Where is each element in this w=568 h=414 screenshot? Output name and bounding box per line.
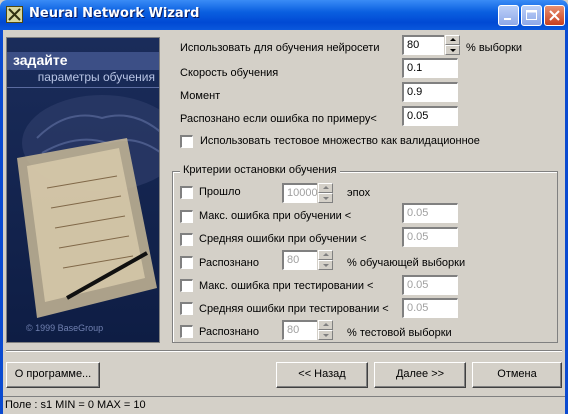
app-icon [6,6,23,23]
close-button[interactable] [544,5,565,26]
window-title: Neural Network Wizard [29,6,200,21]
minimize-button[interactable] [498,5,519,26]
avg-train-error-input[interactable]: 0.05 [402,227,458,247]
recognized-test-suffix: % тестовой выборки [347,327,452,339]
banner-heading: задайте [7,52,159,70]
avg-train-error-label: Средняя ошибки при обучении < [199,233,367,245]
max-train-error-label: Макс. ошибка при обучении < [199,210,352,222]
stop-criteria-title: Критерии остановки обучения [180,164,340,176]
momentum-input[interactable]: 0.9 [402,82,458,102]
recognized-train-suffix: % обучающей выборки [347,257,466,269]
cancel-button[interactable]: Отмена [472,362,562,388]
separator [6,350,562,352]
banner-subheading: параметры обучения [7,70,159,88]
avg-test-error-checkbox[interactable] [180,302,193,315]
recognized-train-checkbox[interactable] [180,256,193,269]
epochs-stepper[interactable] [317,183,333,203]
recognized-test-label: Распознано [199,326,259,338]
learning-rate-label: Скорость обучения [180,67,279,79]
maximize-button[interactable] [521,5,542,26]
avg-train-error-checkbox[interactable] [180,233,193,246]
train-percent-input[interactable]: 80 [402,35,446,55]
train-percent-label: Использовать для обучения нейросети [180,42,380,54]
use-test-checkbox[interactable] [180,135,193,148]
max-train-error-checkbox[interactable] [180,210,193,223]
max-train-error-input[interactable]: 0.05 [402,203,458,223]
max-test-error-input[interactable]: 0.05 [402,275,458,295]
maximize-icon [526,10,537,20]
avg-test-error-input[interactable]: 0.05 [402,298,458,318]
train-percent-suffix: % выборки [466,42,523,54]
close-icon [549,10,560,21]
recognized-error-label: Распознано если ошибка по примеру< [180,113,377,125]
recognized-test-stepper[interactable] [317,320,333,340]
epochs-suffix: эпох [347,187,371,199]
wizard-banner: задайте параметры обучения [6,37,160,343]
back-button[interactable]: << Назад [276,362,368,388]
learning-rate-input[interactable]: 0.1 [402,58,458,78]
about-button[interactable]: О программе... [6,362,100,388]
recognized-train-input[interactable]: 80 [282,250,320,270]
max-test-error-label: Макс. ошибка при тестировании < [199,280,374,292]
status-bar: Поле : s1 MIN = 0 MAX = 10 [3,396,565,414]
next-button[interactable]: Далее >> [374,362,466,388]
recognized-train-stepper[interactable] [317,250,333,270]
momentum-label: Момент [180,90,221,102]
recognized-test-checkbox[interactable] [180,325,193,338]
recognized-error-input[interactable]: 0.05 [402,106,458,126]
epochs-checkbox[interactable] [180,186,193,199]
banner-copyright: © 1999 BaseGroup [26,323,104,333]
use-test-label: Использовать тестовое множество как вали… [200,135,480,147]
recognized-train-label: Распознано [199,257,259,269]
recognized-test-input[interactable]: 80 [282,320,320,340]
max-test-error-checkbox[interactable] [180,279,193,292]
minimize-icon [504,18,511,20]
epochs-label: Прошло [199,186,241,198]
train-percent-stepper[interactable] [444,35,460,55]
avg-test-error-label: Средняя ошибки при тестировании < [199,303,389,315]
title-bar[interactable]: Neural Network Wizard [0,0,568,30]
